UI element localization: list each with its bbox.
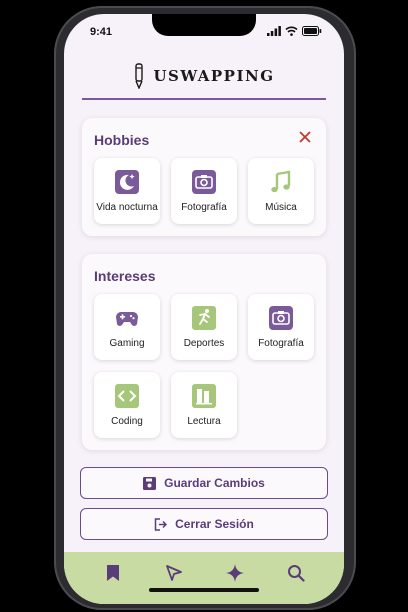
hobby-label: Fotografía bbox=[181, 202, 227, 213]
book-icon bbox=[192, 384, 216, 408]
nav-send[interactable] bbox=[163, 562, 185, 584]
battery-icon bbox=[302, 26, 322, 36]
nav-bookmark[interactable] bbox=[102, 562, 124, 584]
bookmark-icon bbox=[106, 565, 119, 581]
hobbies-card: Hobbies Vida nocturna Fotografía Música bbox=[82, 118, 326, 236]
app-logo-text: USWAPPING bbox=[153, 67, 275, 85]
close-icon[interactable] bbox=[298, 130, 312, 144]
interest-label: Fotografía bbox=[258, 338, 304, 349]
sparkle-icon bbox=[225, 564, 244, 582]
camera-icon bbox=[269, 306, 293, 330]
running-icon bbox=[192, 306, 216, 330]
intereses-title: Intereses bbox=[94, 268, 156, 284]
hobbies-title: Hobbies bbox=[94, 132, 150, 148]
header-divider bbox=[82, 98, 326, 100]
save-label: Guardar Cambios bbox=[164, 476, 265, 490]
pen-icon bbox=[135, 63, 144, 89]
interest-label: Deportes bbox=[183, 338, 225, 349]
search-icon bbox=[287, 565, 305, 582]
send-icon bbox=[165, 565, 182, 581]
logout-label: Cerrar Sesión bbox=[175, 517, 254, 531]
music-note-icon bbox=[271, 170, 291, 193]
hobby-label: Vida nocturna bbox=[96, 202, 158, 213]
interest-tile-gaming[interactable]: Gaming bbox=[94, 294, 160, 360]
logout-icon bbox=[154, 517, 168, 531]
notch bbox=[152, 14, 256, 36]
interest-label: Lectura bbox=[187, 416, 221, 427]
hobby-tile-fotografia[interactable]: Fotografía bbox=[171, 158, 237, 224]
save-button[interactable]: Guardar Cambios bbox=[80, 467, 328, 499]
logout-button[interactable]: Cerrar Sesión bbox=[80, 508, 328, 540]
hobby-label: Música bbox=[265, 202, 297, 213]
camera-icon bbox=[192, 170, 216, 194]
interest-label: Coding bbox=[111, 416, 143, 427]
home-indicator[interactable] bbox=[149, 588, 259, 592]
wifi-icon bbox=[285, 26, 298, 36]
bottom-nav bbox=[64, 552, 344, 604]
status-icons bbox=[267, 26, 322, 36]
gamepad-icon bbox=[116, 312, 138, 326]
interest-tile-coding[interactable]: Coding bbox=[94, 372, 160, 438]
interest-tile-lectura[interactable]: Lectura bbox=[171, 372, 237, 438]
floppy-disk-icon bbox=[143, 476, 157, 490]
interest-label: Gaming bbox=[109, 338, 145, 349]
signal-icon bbox=[267, 26, 281, 36]
hobby-tile-musica[interactable]: Música bbox=[248, 158, 314, 224]
nav-sparkle[interactable] bbox=[224, 562, 246, 584]
nav-search[interactable] bbox=[285, 562, 307, 584]
interest-tile-deportes[interactable]: Deportes bbox=[171, 294, 237, 360]
code-icon bbox=[115, 384, 139, 408]
moon-icon bbox=[115, 170, 139, 194]
app-screen: 9:41 USWAPPING Hobbies Vida nocturna Fot… bbox=[64, 14, 344, 604]
hobby-tile-vida-nocturna[interactable]: Vida nocturna bbox=[94, 158, 160, 224]
app-header: USWAPPING bbox=[64, 62, 344, 90]
intereses-card: Intereses Gaming Deportes Fotografía Cod… bbox=[82, 254, 326, 450]
status-time: 9:41 bbox=[90, 26, 113, 38]
interest-tile-fotografia[interactable]: Fotografía bbox=[248, 294, 314, 360]
